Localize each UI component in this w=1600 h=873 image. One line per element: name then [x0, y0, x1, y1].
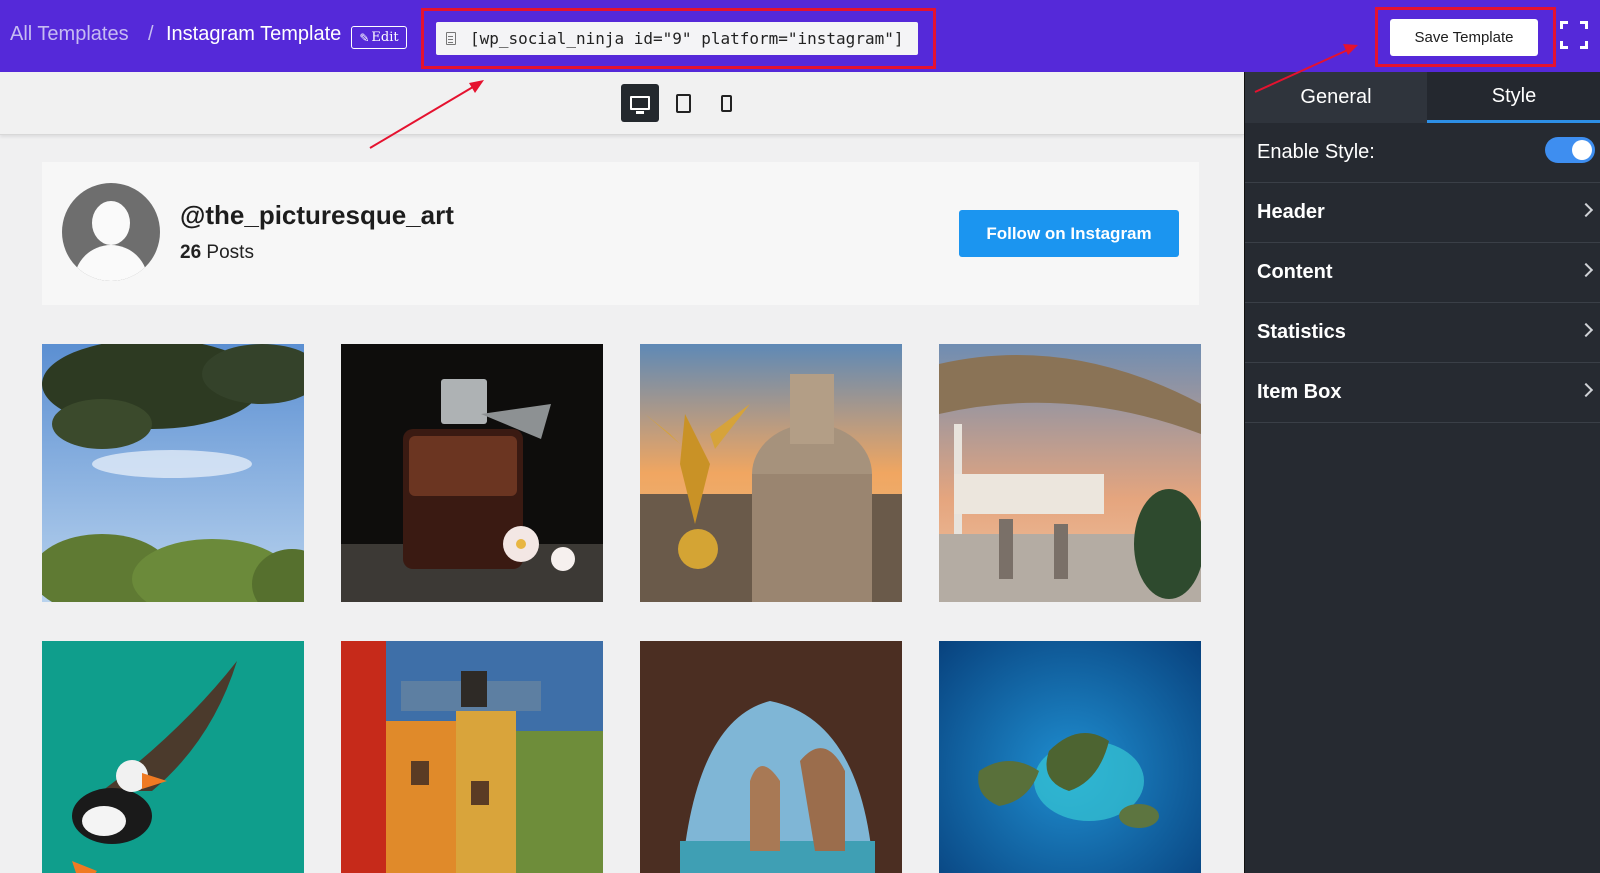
desktop-icon — [630, 96, 650, 114]
breadcrumb-current: Instagram Template — [166, 23, 342, 45]
save-highlight: Save Template — [1375, 7, 1556, 67]
chevron-right-icon — [1578, 322, 1594, 338]
shortcode-highlight: [wp_social_ninja id="9" platform="instag… — [421, 8, 936, 69]
style-panel: General Style Enable Style: Header Conte… — [1244, 72, 1600, 873]
enable-style-toggle[interactable] — [1545, 137, 1595, 163]
pencil-icon: ✎ — [359, 30, 370, 45]
mobile-view-button[interactable] — [707, 84, 745, 122]
chevron-right-icon — [1578, 382, 1594, 398]
feed-item-sea-cave[interactable] — [640, 641, 902, 873]
feed-item-puffin[interactable] — [42, 641, 304, 873]
posts-label: Posts — [206, 242, 254, 263]
feed-item-beach-bar[interactable] — [939, 344, 1201, 602]
feed-item-perfume-bottle[interactable] — [341, 344, 603, 602]
section-header[interactable]: Header — [1245, 183, 1600, 243]
avatar — [62, 183, 160, 281]
section-content-label: Content — [1257, 261, 1333, 283]
profile-header: @the_picturesque_art 26 Posts Follow on … — [42, 162, 1199, 305]
posts-count: 26 Posts — [180, 242, 254, 264]
enable-style-label: Enable Style: — [1257, 141, 1375, 163]
document-icon — [446, 32, 456, 45]
section-statistics[interactable]: Statistics — [1245, 303, 1600, 363]
chevron-right-icon — [1578, 262, 1594, 278]
edit-label: Edit — [371, 30, 399, 45]
follow-button[interactable]: Follow on Instagram — [959, 210, 1179, 257]
top-bar: All Templates / Instagram Template ✎ Edi… — [0, 0, 1600, 72]
section-header-label: Header — [1257, 201, 1325, 223]
section-item-box[interactable]: Item Box — [1245, 363, 1600, 423]
save-template-button[interactable]: Save Template — [1390, 19, 1538, 56]
edit-title-button[interactable]: ✎ Edit — [351, 26, 407, 49]
section-statistics-label: Statistics — [1257, 321, 1346, 343]
section-content[interactable]: Content — [1245, 243, 1600, 303]
chevron-right-icon — [1578, 202, 1594, 218]
breadcrumb-all-templates[interactable]: All Templates — [10, 23, 129, 46]
section-item-box-label: Item Box — [1257, 381, 1342, 403]
mobile-icon — [720, 94, 732, 112]
shortcode-text: [wp_social_ninja id="9" platform="instag… — [470, 29, 904, 48]
profile-username[interactable]: @the_picturesque_art — [180, 200, 454, 231]
breadcrumb-separator: / — [148, 23, 154, 45]
tab-general[interactable]: General — [1245, 72, 1427, 123]
feed-item-tree-canopy[interactable] — [42, 344, 304, 602]
fullscreen-icon[interactable] — [1560, 21, 1588, 49]
enable-style-row: Enable Style: — [1245, 123, 1600, 183]
desktop-view-button[interactable] — [621, 84, 659, 122]
tab-style[interactable]: Style — [1427, 72, 1600, 123]
panel-tabs: General Style — [1245, 72, 1600, 123]
tablet-icon — [675, 93, 691, 113]
shortcode-field[interactable]: [wp_social_ninja id="9" platform="instag… — [436, 22, 918, 55]
feed-item-island-aerial[interactable] — [939, 641, 1201, 873]
posts-number: 26 — [180, 242, 202, 263]
tablet-view-button[interactable] — [664, 84, 702, 122]
feed-item-colorful-street[interactable] — [341, 641, 603, 873]
device-preview-bar — [0, 72, 1244, 135]
feed-item-cathedral-dome[interactable] — [640, 344, 902, 602]
